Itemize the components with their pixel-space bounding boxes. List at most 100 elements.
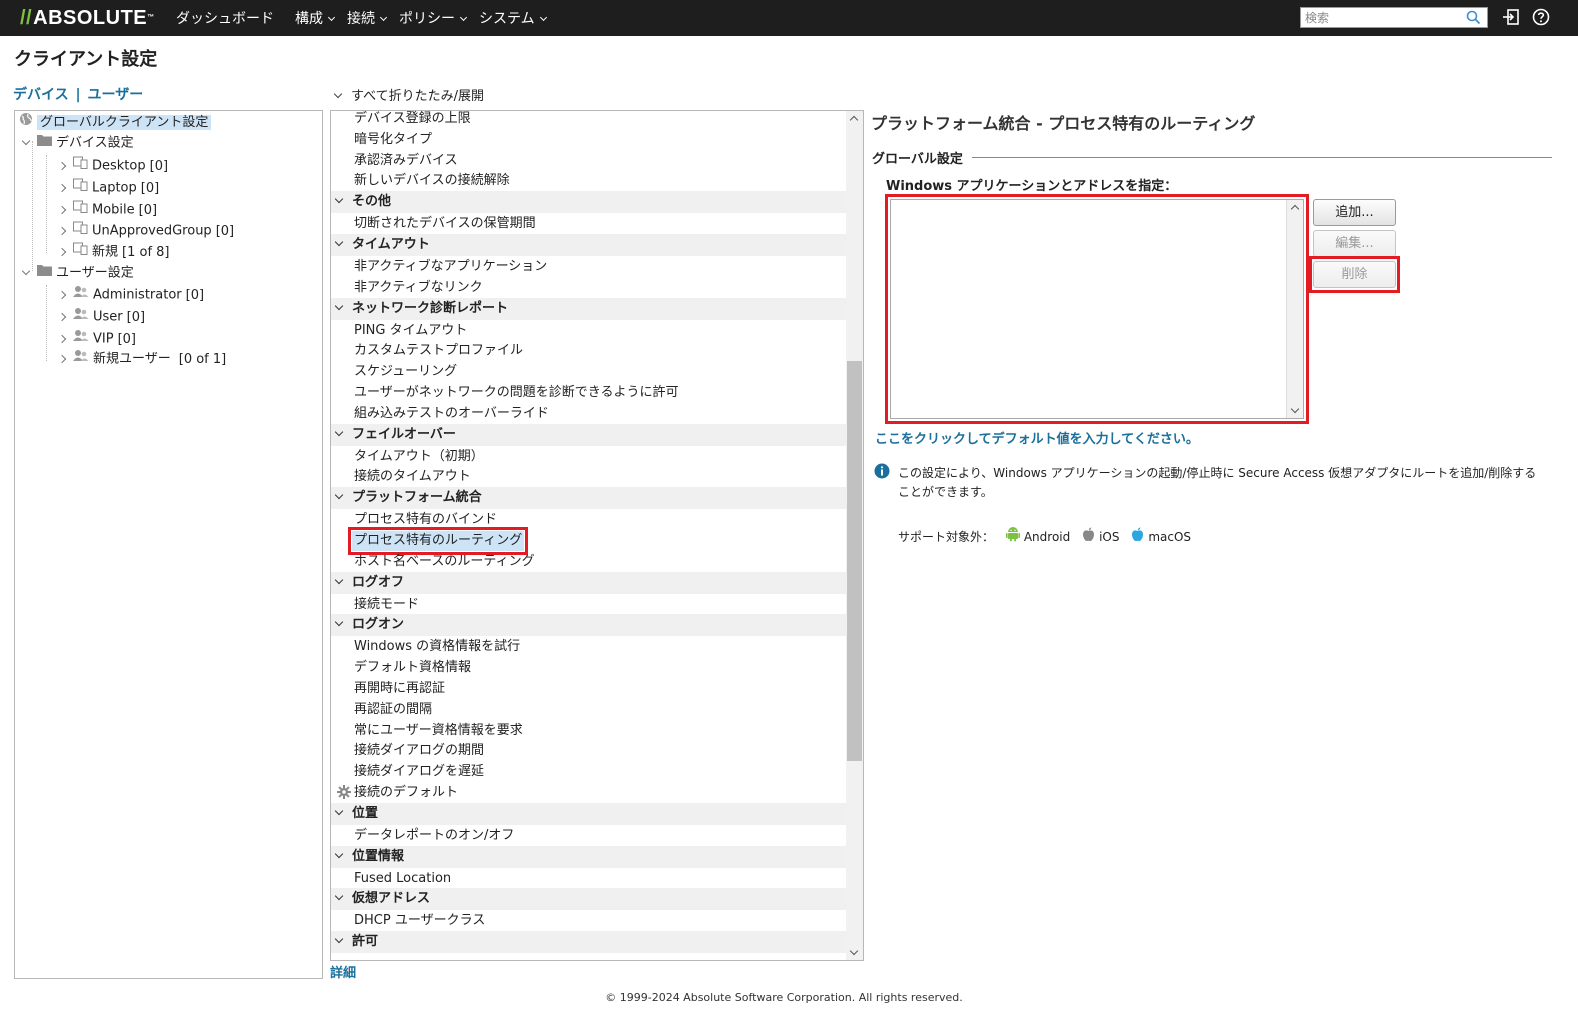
setting-item[interactable]: ホスト名ベースのルーティング — [354, 552, 535, 572]
tree-node-global-settings[interactable]: グローバルクライアント設定 — [19, 112, 212, 132]
collapse-expand-all-toggle[interactable]: すべて折りたたみ/展開 — [333, 85, 484, 104]
setting-item[interactable]: 再開時に再認証 — [354, 679, 445, 699]
platform-macos: macOS — [1131, 526, 1191, 548]
setting-item[interactable]: 接続ダイアログの期間 — [354, 741, 484, 761]
setting-item[interactable]: スケジューリング — [354, 362, 457, 382]
setting-item[interactable]: 暗号化タイプ — [354, 130, 432, 150]
tree-node-label: Administrator — [93, 287, 182, 303]
setting-item[interactable]: 非アクティブなアプリケーション — [354, 257, 547, 277]
settings-group-header[interactable]: その他 — [331, 191, 846, 214]
setting-item[interactable]: 切断されたデバイスの保管期間 — [354, 214, 536, 234]
scroll-down-icon[interactable] — [1290, 404, 1300, 414]
tree-node-desktop[interactable]: Desktop [0] — [57, 156, 168, 176]
setting-item[interactable]: プロセス特有のバインド — [354, 510, 497, 530]
settings-group-header[interactable]: 許可 — [331, 931, 846, 954]
setting-item[interactable]: 承認済みデバイス — [354, 151, 458, 171]
list-scrollbar[interactable] — [1286, 200, 1303, 418]
search-icon[interactable] — [1466, 10, 1481, 29]
nav-dashboard[interactable]: ダッシュボード — [176, 0, 274, 36]
scrollbar-thumb[interactable] — [847, 361, 862, 761]
add-button[interactable]: 追加... — [1313, 199, 1396, 226]
setting-item[interactable]: データレポートのオン/オフ — [354, 826, 514, 846]
setting-item[interactable]: 非アクティブなリンク — [354, 278, 483, 298]
tree-node-mobile[interactable]: Mobile [0] — [57, 200, 157, 220]
chevron-down-icon[interactable] — [21, 266, 31, 275]
setting-item[interactable]: Windows の資格情報を試行 — [354, 637, 520, 657]
apps-list-highlight — [885, 194, 1309, 424]
chevron-right-icon[interactable] — [57, 354, 67, 363]
chevron-right-icon[interactable] — [57, 247, 67, 256]
tree-node-administrator[interactable]: Administrator [0] — [57, 285, 204, 305]
settings-group-header[interactable]: 位置情報 — [331, 845, 846, 868]
tree-node-laptop[interactable]: Laptop [0] — [57, 178, 160, 198]
setting-item-selected[interactable]: プロセス特有のルーティング — [347, 527, 529, 555]
settings-group-header[interactable]: ログオフ — [331, 571, 846, 594]
setting-item[interactable]: 接続モード — [354, 595, 419, 615]
setting-item[interactable]: 新しいデバイスの接続解除 — [354, 171, 510, 191]
chevron-right-icon[interactable] — [57, 161, 67, 170]
info-description: この設定により、Windows アプリケーションの起動/停止時に Secure … — [898, 466, 1537, 499]
tree-node-user-settings[interactable]: ユーザー設定 — [21, 263, 134, 283]
group-header-label: 位置 — [352, 805, 379, 821]
scroll-down-icon[interactable] — [849, 946, 859, 956]
folder-icon — [37, 133, 52, 153]
setting-item[interactable]: 常にユーザー資格情報を要求 — [354, 721, 523, 741]
chevron-right-icon[interactable] — [57, 334, 67, 343]
setting-item[interactable]: 接続のデフォルト — [354, 783, 458, 803]
tree-node-new-device-group[interactable]: 新規 [1 of 8] — [57, 242, 170, 262]
chevron-right-icon[interactable] — [57, 226, 67, 235]
tree-node-vip[interactable]: VIP [0] — [57, 329, 136, 349]
settings-scrollbar[interactable] — [846, 111, 863, 960]
settings-group-header[interactable]: 位置 — [331, 802, 846, 825]
users-link[interactable]: ユーザー — [87, 87, 143, 103]
settings-group-header[interactable]: 仮想アドレス — [331, 888, 846, 911]
tree-node-new-user[interactable]: 新規ユーザー [0 of 1] — [57, 349, 226, 369]
absolute-logo[interactable]: //ABSOLUTE™ — [20, 8, 155, 28]
chevron-right-icon[interactable] — [57, 290, 67, 299]
devices-link[interactable]: デバイス — [13, 87, 69, 103]
scroll-up-icon[interactable] — [1290, 204, 1300, 214]
setting-item[interactable]: デフォルト資格情報 — [354, 658, 471, 678]
setting-item[interactable]: PING タイムアウト — [354, 321, 467, 341]
tree-node-count: [1 of 8] — [122, 244, 170, 260]
nav-configure[interactable]: 構成 — [295, 0, 336, 36]
chevron-right-icon[interactable] — [57, 312, 67, 321]
chevron-right-icon[interactable] — [57, 205, 67, 214]
settings-group-header[interactable]: ログオン — [331, 614, 846, 637]
details-link[interactable]: 詳細 — [330, 962, 356, 981]
setting-item[interactable]: 組み込みテストのオーバーライド — [354, 404, 549, 424]
logout-icon[interactable] — [1502, 8, 1520, 30]
chevron-right-icon[interactable] — [57, 183, 67, 192]
help-icon[interactable] — [1532, 8, 1550, 30]
tree-node-user[interactable]: User [0] — [57, 307, 145, 327]
search-input[interactable] — [1301, 8, 1461, 27]
setting-item[interactable]: カスタムテストプロファイル — [354, 341, 523, 361]
setting-item[interactable]: デバイス登録の上限 — [354, 111, 471, 129]
unsupported-platforms: サポート対象外： Android iOS macOS — [898, 526, 1191, 548]
settings-group-header[interactable]: フェイルオーバー — [331, 423, 846, 446]
tree-node-count: [0] — [140, 180, 160, 196]
scroll-up-icon[interactable] — [849, 115, 859, 125]
nav-policies[interactable]: ポリシー — [399, 0, 468, 36]
setting-item[interactable]: 再認証の間隔 — [354, 700, 432, 720]
settings-group-header[interactable]: プラットフォーム統合 — [331, 487, 846, 510]
tree-node-label: デバイス設定 — [56, 135, 134, 151]
apps-addresses-list[interactable] — [890, 199, 1304, 419]
edit-button[interactable]: 編集... — [1313, 230, 1396, 257]
settings-group-header[interactable]: ネットワーク診断レポート — [331, 297, 846, 320]
tree-node-device-settings[interactable]: デバイス設定 — [21, 133, 134, 153]
setting-item[interactable]: Fused Location — [354, 869, 451, 889]
setting-item[interactable]: ユーザーがネットワークの問題を診断できるように許可 — [354, 383, 678, 403]
nav-system[interactable]: システム — [479, 0, 547, 36]
enter-defaults-link[interactable]: ここをクリックしてデフォルト値を入力してください。 — [875, 428, 1199, 447]
setting-item[interactable]: タイムアウト（初期） — [354, 447, 484, 467]
nav-connections[interactable]: 接続 — [347, 0, 388, 36]
settings-group-header[interactable]: タイムアウト — [331, 234, 846, 256]
platform-ios: iOS — [1082, 526, 1119, 548]
setting-item[interactable]: DHCP ユーザークラス — [354, 911, 485, 931]
setting-item[interactable]: 接続ダイアログを遅延 — [354, 762, 484, 782]
chevron-down-icon[interactable] — [21, 136, 31, 145]
setting-item[interactable]: 接続のタイムアウト — [354, 467, 471, 487]
tree-node-label: VIP — [93, 331, 114, 347]
tree-node-unapproved-group[interactable]: UnApprovedGroup [0] — [57, 221, 234, 241]
